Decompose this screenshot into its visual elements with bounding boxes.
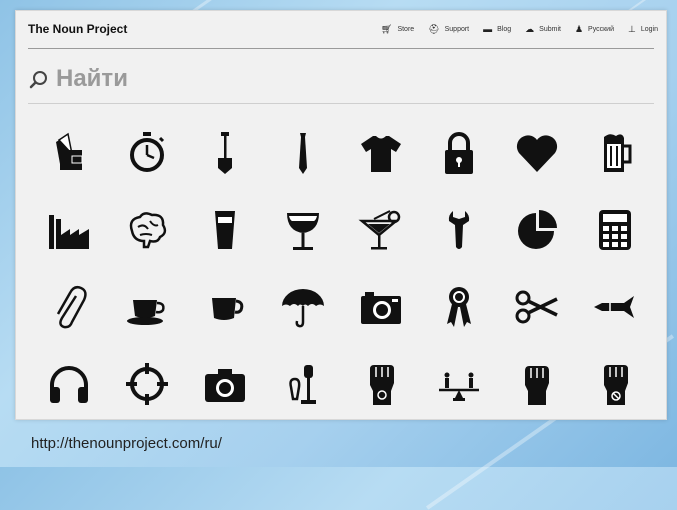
wine-glass-icon (287, 212, 319, 250)
website-frame: The Noun Project 🛒︎ Store ⛑︎ Support ▬ B… (15, 10, 667, 420)
icon-tile[interactable] (576, 345, 654, 419)
pie-chart-icon (518, 209, 557, 249)
header-divider (28, 48, 654, 49)
paperclip-icon (56, 285, 87, 328)
calculator-icon (599, 209, 631, 250)
brain-icon (129, 211, 167, 248)
icon-tile[interactable] (576, 268, 654, 345)
nav-submit-label: Submit (539, 26, 561, 33)
icon-tile[interactable] (186, 268, 264, 345)
support-icon: ⛑︎ (428, 24, 440, 34)
nav-store-link[interactable]: 🛒︎ Store (381, 25, 414, 34)
icon-tile[interactable] (498, 268, 576, 345)
fist-badge-icon (604, 364, 628, 405)
icon-tile[interactable] (342, 345, 420, 419)
nav-language-link[interactable]: ♟︎ Русский (575, 25, 614, 34)
icon-tile[interactable] (420, 268, 498, 345)
raised-fist-icon (370, 364, 394, 405)
tshirt-icon (361, 135, 401, 172)
icon-tile[interactable] (576, 191, 654, 268)
nav-login-link[interactable]: ⊥ Login (628, 25, 658, 34)
top-navigation-bar: The Noun Project 🛒︎ Store ⛑︎ Support ▬ B… (16, 11, 666, 49)
icon-tile[interactable] (186, 191, 264, 268)
umbrella-icon (282, 288, 324, 327)
search-icon[interactable] (28, 66, 54, 92)
headphones-icon (50, 365, 88, 403)
submit-icon: ☁︎ (525, 24, 535, 34)
icon-tile[interactable] (108, 114, 186, 191)
beer-mug-icon (604, 133, 632, 172)
url-caption: http://thenounproject.com/ru/ (31, 435, 222, 452)
nav-login-label: Login (640, 26, 658, 33)
icon-tile[interactable] (30, 345, 108, 419)
camera-icon (361, 291, 401, 324)
site-logo[interactable]: The Noun Project (28, 22, 127, 36)
shovel-icon (218, 131, 232, 174)
wallet-icon (56, 132, 83, 170)
icon-tile[interactable] (420, 114, 498, 191)
missile-icon (594, 295, 634, 318)
nav-language-label: Русский (588, 26, 615, 33)
coffee-cup-saucer-icon (127, 299, 165, 325)
tie-icon (299, 132, 307, 174)
icon-tile[interactable] (498, 345, 576, 419)
wrench-icon (448, 210, 470, 249)
search-divider (28, 103, 654, 104)
icon-tile[interactable] (342, 268, 420, 345)
nav-submit-link[interactable]: ☁︎ Submit (525, 25, 561, 34)
blog-icon: ▬ (483, 24, 493, 34)
icon-tile[interactable] (342, 114, 420, 191)
pint-glass-icon (215, 210, 235, 249)
language-icon: ♟︎ (574, 24, 584, 34)
icon-tile[interactable] (420, 345, 498, 419)
icon-tile[interactable] (186, 114, 264, 191)
user-icon: ⊥ (628, 24, 636, 34)
fist-icon (525, 365, 549, 405)
coffee-mug-icon (212, 297, 244, 320)
icon-tile[interactable] (576, 114, 654, 191)
icon-tile[interactable] (498, 114, 576, 191)
cocktail-icon (358, 209, 401, 249)
padlock-icon (445, 131, 473, 174)
nav-blog-link[interactable]: ▬ Blog (483, 25, 511, 34)
crosshair-icon (126, 362, 168, 405)
search-input[interactable] (54, 62, 616, 96)
icon-tile[interactable] (264, 114, 342, 191)
award-ribbon-icon (447, 286, 471, 327)
parking-meter-icon (289, 364, 316, 404)
search-bar (28, 61, 648, 97)
heart-icon (516, 134, 558, 172)
icon-grid (30, 114, 654, 419)
icon-tile[interactable] (264, 191, 342, 268)
icon-tile[interactable] (108, 191, 186, 268)
nav-store-label: Store (397, 26, 415, 33)
icon-tile[interactable] (108, 268, 186, 345)
nav-blog-label: Blog (497, 26, 512, 33)
icon-tile[interactable] (30, 114, 108, 191)
balance-scale-icon (439, 372, 479, 401)
icon-tile[interactable] (30, 191, 108, 268)
nav-support-link[interactable]: ⛑︎ Support (428, 25, 469, 34)
icon-tile[interactable] (264, 345, 342, 419)
nav-support-label: Support (444, 26, 470, 33)
icon-tile[interactable] (498, 191, 576, 268)
icon-tile[interactable] (30, 268, 108, 345)
top-nav-links: 🛒︎ Store ⛑︎ Support ▬ Blog ☁︎ Submit ♟︎ … (381, 25, 658, 34)
icon-tile[interactable] (420, 191, 498, 268)
cart-icon: 🛒︎ (381, 24, 393, 34)
photo-camera-icon (205, 368, 245, 402)
icon-tile[interactable] (264, 268, 342, 345)
factory-icon (49, 214, 89, 249)
stopwatch-icon (130, 131, 165, 172)
icon-tile[interactable] (342, 191, 420, 268)
icon-tile[interactable] (108, 345, 186, 419)
scissors-icon (515, 290, 558, 323)
icon-tile[interactable] (186, 345, 264, 419)
